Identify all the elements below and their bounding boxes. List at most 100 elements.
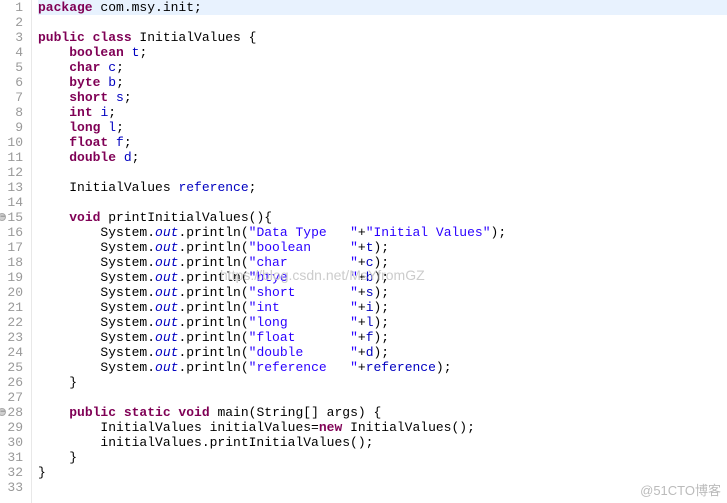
code-line[interactable]: int i; xyxy=(38,105,727,120)
line-number: 14 xyxy=(0,195,23,210)
code-line[interactable]: } xyxy=(38,450,727,465)
line-number: 23 xyxy=(0,330,23,345)
token-fld: f xyxy=(366,330,374,345)
code-line[interactable] xyxy=(38,15,727,30)
code-line[interactable]: InitialValues reference; xyxy=(38,180,727,195)
code-line[interactable]: System.out.println("char "+c); xyxy=(38,255,727,270)
token-plain: + xyxy=(358,285,366,300)
token-plain: InitialValues initialValues= xyxy=(38,420,319,435)
line-number: 24 xyxy=(0,345,23,360)
line-number: 10 xyxy=(0,135,23,150)
code-line[interactable]: byte b; xyxy=(38,75,727,90)
code-line[interactable] xyxy=(38,480,727,495)
token-kw: boolean xyxy=(69,45,124,60)
token-plain: ; xyxy=(116,120,124,135)
code-line[interactable]: } xyxy=(38,375,727,390)
code-line[interactable]: package com.msy.init; xyxy=(38,0,727,15)
code-editor[interactable]: 1234567891011121314151617181920212223242… xyxy=(0,0,727,503)
line-number: 28 xyxy=(0,405,23,420)
code-line[interactable]: long l; xyxy=(38,120,727,135)
token-plain: System. xyxy=(38,360,155,375)
code-line[interactable]: } xyxy=(38,465,727,480)
code-line[interactable]: void printInitialValues(){ xyxy=(38,210,727,225)
token-kw: double xyxy=(69,150,116,165)
line-number: 6 xyxy=(0,75,23,90)
token-plain: + xyxy=(358,255,366,270)
code-line[interactable]: float f; xyxy=(38,135,727,150)
code-line[interactable]: System.out.println("long "+l); xyxy=(38,315,727,330)
code-line[interactable]: initialValues.printInitialValues(); xyxy=(38,435,727,450)
code-line[interactable]: System.out.println("double "+d); xyxy=(38,345,727,360)
token-plain: InitialValues(); xyxy=(342,420,475,435)
line-number: 15 xyxy=(0,210,23,225)
token-plain xyxy=(38,45,69,60)
code-line[interactable]: System.out.println("Data Type "+"Initial… xyxy=(38,225,727,240)
token-plain: + xyxy=(358,270,366,285)
token-str: "float " xyxy=(249,330,358,345)
code-line[interactable]: System.out.println("short "+s); xyxy=(38,285,727,300)
code-line[interactable]: System.out.println("reference "+referenc… xyxy=(38,360,727,375)
token-str: "boolean " xyxy=(249,240,358,255)
line-number: 12 xyxy=(0,165,23,180)
token-plain: ; xyxy=(139,45,147,60)
token-fld: d xyxy=(366,345,374,360)
token-fld: reference xyxy=(178,180,248,195)
token-plain: + xyxy=(358,360,366,375)
code-line[interactable]: System.out.println("btye "+b); xyxy=(38,270,727,285)
token-stat: out xyxy=(155,345,178,360)
code-line[interactable]: char c; xyxy=(38,60,727,75)
token-plain: System. xyxy=(38,345,155,360)
token-plain: InitialValues xyxy=(38,180,178,195)
token-fld: d xyxy=(124,150,132,165)
token-fld: c xyxy=(108,60,116,75)
fold-marker-icon[interactable] xyxy=(0,213,6,221)
token-plain xyxy=(38,120,69,135)
token-plain: ; xyxy=(108,105,116,120)
line-number: 9 xyxy=(0,120,23,135)
token-stat: out xyxy=(155,270,178,285)
code-line[interactable]: System.out.println("boolean "+t); xyxy=(38,240,727,255)
token-fld: t xyxy=(366,240,374,255)
token-plain: + xyxy=(358,315,366,330)
token-plain: .println( xyxy=(178,225,248,240)
token-plain: com.msy.init; xyxy=(93,0,202,15)
token-fld: c xyxy=(366,255,374,270)
line-number: 11 xyxy=(0,150,23,165)
code-area[interactable]: package com.msy.init; public class Initia… xyxy=(32,0,727,503)
token-str: "int " xyxy=(249,300,358,315)
code-line[interactable]: public class InitialValues { xyxy=(38,30,727,45)
token-plain: ; xyxy=(116,60,124,75)
code-line[interactable]: InitialValues initialValues=new InitialV… xyxy=(38,420,727,435)
token-plain: ); xyxy=(374,330,390,345)
token-plain: ; xyxy=(116,75,124,90)
code-line[interactable]: double d; xyxy=(38,150,727,165)
token-plain: .println( xyxy=(178,330,248,345)
token-plain: + xyxy=(358,330,366,345)
corner-watermark: @51CTO博客 xyxy=(640,480,721,499)
code-line[interactable]: System.out.println("float "+f); xyxy=(38,330,727,345)
code-line[interactable]: boolean t; xyxy=(38,45,727,60)
fold-marker-icon[interactable] xyxy=(0,408,6,416)
line-number: 3 xyxy=(0,30,23,45)
token-plain: System. xyxy=(38,330,155,345)
token-plain xyxy=(38,405,69,420)
line-number: 25 xyxy=(0,360,23,375)
token-plain xyxy=(124,45,132,60)
token-stat: out xyxy=(155,360,178,375)
code-line[interactable]: short s; xyxy=(38,90,727,105)
token-plain: .println( xyxy=(178,285,248,300)
code-line[interactable] xyxy=(38,195,727,210)
token-plain: System. xyxy=(38,225,155,240)
token-str: "Initial Values" xyxy=(366,225,491,240)
token-kw: int xyxy=(69,105,92,120)
code-line[interactable]: public static void main(String[] args) { xyxy=(38,405,727,420)
token-plain: + xyxy=(358,240,366,255)
code-line[interactable]: System.out.println("int "+i); xyxy=(38,300,727,315)
code-line[interactable] xyxy=(38,390,727,405)
token-plain: } xyxy=(38,375,77,390)
token-plain: ; xyxy=(249,180,257,195)
token-plain: .println( xyxy=(178,240,248,255)
token-str: "Data Type " xyxy=(249,225,358,240)
token-plain: .println( xyxy=(178,315,248,330)
code-line[interactable] xyxy=(38,165,727,180)
